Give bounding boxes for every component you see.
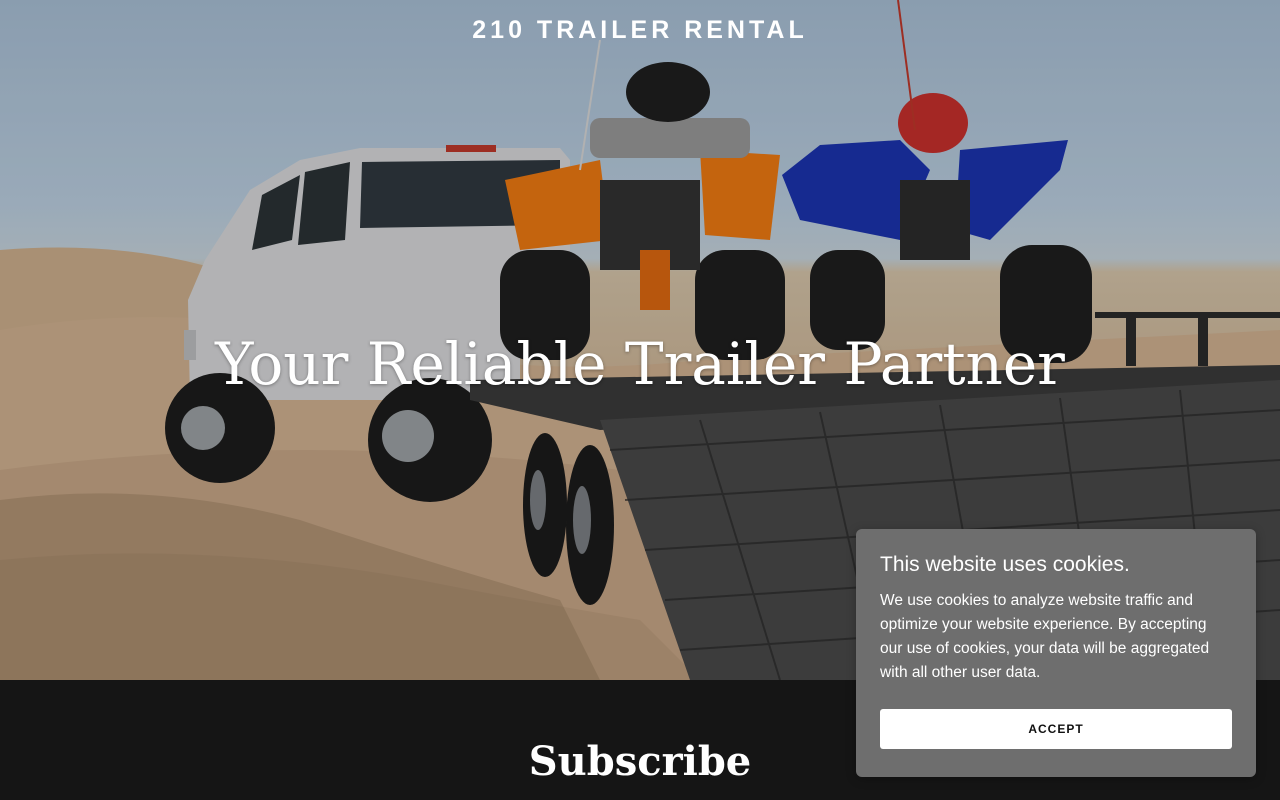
site-title[interactable]: 210 TRAILER RENTAL xyxy=(0,16,1280,45)
accept-cookies-button[interactable]: ACCEPT xyxy=(880,709,1232,749)
cookie-banner: This website uses cookies. We use cookie… xyxy=(856,529,1256,777)
hero-heading: Your Reliable Trailer Partner xyxy=(215,330,1065,398)
cookie-banner-text: We use cookies to analyze website traffi… xyxy=(880,592,1210,681)
cookie-banner-title: This website uses cookies. xyxy=(880,553,1130,576)
